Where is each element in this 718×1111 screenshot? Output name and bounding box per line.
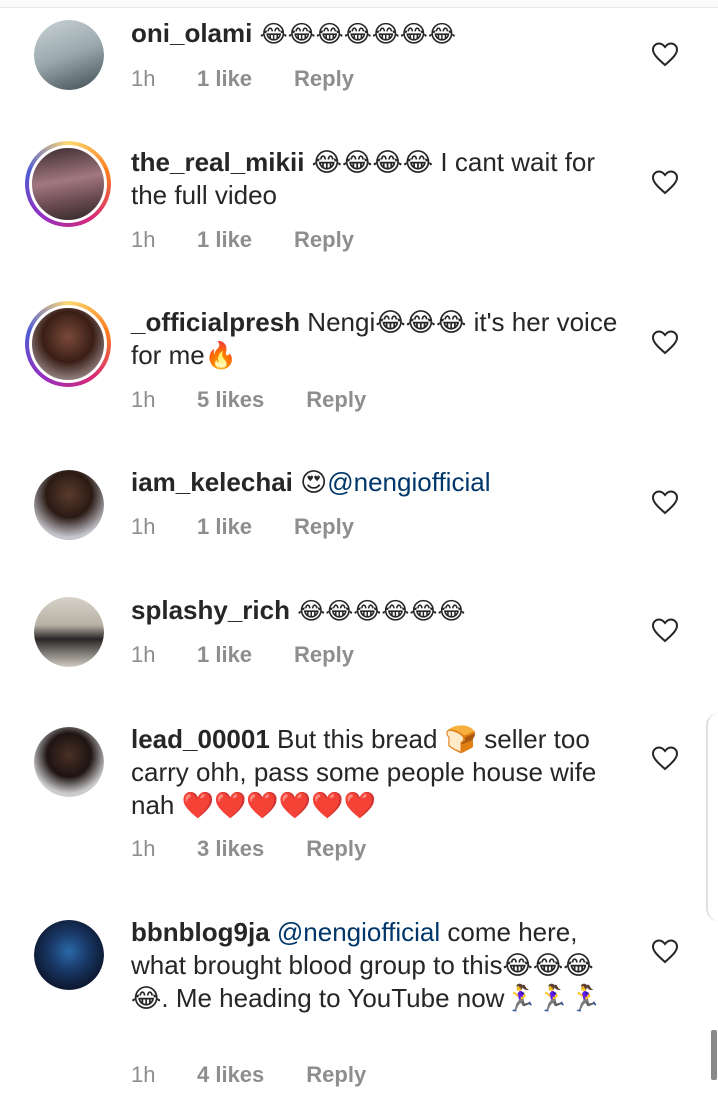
comment-username[interactable]: iam_kelechai: [131, 467, 293, 497]
comment-meta: 1h 1 like Reply: [131, 227, 354, 253]
comment-meta: 1h 5 likes Reply: [131, 387, 366, 413]
comment-text: _officialpresh Nengi😂😂😂 it's her voice f…: [131, 306, 631, 372]
heart-outline-icon[interactable]: [651, 169, 679, 195]
avatar[interactable]: [34, 20, 104, 90]
heart-outline-icon[interactable]: [651, 489, 679, 515]
comment-username[interactable]: the_real_mikii: [131, 147, 304, 177]
comment-time: 1h: [131, 642, 156, 667]
comment-likes[interactable]: 1 like: [197, 642, 252, 668]
comment-likes[interactable]: 5 likes: [197, 387, 264, 413]
heart-outline-icon[interactable]: [651, 617, 679, 643]
comment-time: 1h: [131, 514, 156, 539]
comment-likes[interactable]: 1 like: [197, 514, 252, 540]
comment-username[interactable]: bbnblog9ja: [131, 917, 270, 947]
comment-text: the_real_mikii 😂😂😂😂 I cant wait for the …: [131, 146, 631, 212]
avatar[interactable]: [25, 141, 111, 227]
comment-likes[interactable]: 4 likes: [197, 1062, 264, 1088]
reply-button[interactable]: Reply: [294, 514, 354, 540]
comment-username[interactable]: _officialpresh: [131, 307, 300, 337]
top-divider: [0, 0, 718, 8]
heart-outline-icon[interactable]: [651, 745, 679, 771]
scrollbar-thumb[interactable]: [711, 1030, 717, 1080]
comment-likes[interactable]: 3 likes: [197, 836, 264, 862]
comment-username[interactable]: splashy_rich: [131, 595, 290, 625]
reply-button[interactable]: Reply: [294, 227, 354, 253]
side-panel-edge[interactable]: [706, 712, 718, 922]
comment-time: 1h: [131, 387, 156, 412]
mention-link[interactable]: @nengiofficial: [277, 917, 440, 947]
mention-link[interactable]: @nengiofficial: [327, 467, 490, 497]
comment-meta: 1h 1 like Reply: [131, 642, 354, 668]
heart-outline-icon[interactable]: [651, 329, 679, 355]
reply-button[interactable]: Reply: [306, 836, 366, 862]
avatar[interactable]: [25, 301, 111, 387]
comment-body: 😂😂😂😂😂😂: [297, 598, 466, 625]
avatar[interactable]: [34, 920, 104, 990]
comment-username[interactable]: oni_olami: [131, 18, 252, 48]
comment-meta: 1h 3 likes Reply: [131, 836, 366, 862]
comment-meta: 1h 1 like Reply: [131, 514, 354, 540]
comment-time: 1h: [131, 1062, 156, 1087]
reply-button[interactable]: Reply: [306, 1062, 366, 1088]
comment-text: iam_kelechai 😍@nengiofficial: [131, 466, 631, 499]
heart-outline-icon[interactable]: [651, 938, 679, 964]
comment-text: oni_olami 😂😂😂😂😂😂😂: [131, 17, 631, 51]
comment-text: bbnblog9ja @nengiofficial come here, wha…: [131, 916, 631, 1015]
comment-body: 😂😂😂😂😂😂😂: [259, 21, 456, 48]
heart-outline-icon[interactable]: [651, 41, 679, 67]
reply-button[interactable]: Reply: [306, 387, 366, 413]
comment-time: 1h: [131, 227, 156, 252]
comment-body: 😍: [300, 467, 328, 497]
comment-likes[interactable]: 1 like: [197, 66, 252, 92]
comment-time: 1h: [131, 836, 156, 861]
comment-meta: 1h 1 like Reply: [131, 66, 354, 92]
reply-button[interactable]: Reply: [294, 642, 354, 668]
avatar[interactable]: [34, 597, 104, 667]
comment-text: lead_00001 But this bread 🍞 seller too c…: [131, 723, 631, 822]
avatar[interactable]: [34, 470, 104, 540]
comment-meta: 1h 4 likes Reply: [131, 1062, 366, 1088]
comment-username[interactable]: lead_00001: [131, 724, 270, 754]
avatar[interactable]: [34, 727, 104, 797]
comment-time: 1h: [131, 66, 156, 91]
reply-button[interactable]: Reply: [294, 66, 354, 92]
comment-likes[interactable]: 1 like: [197, 227, 252, 253]
comment-text: splashy_rich 😂😂😂😂😂😂: [131, 594, 631, 628]
